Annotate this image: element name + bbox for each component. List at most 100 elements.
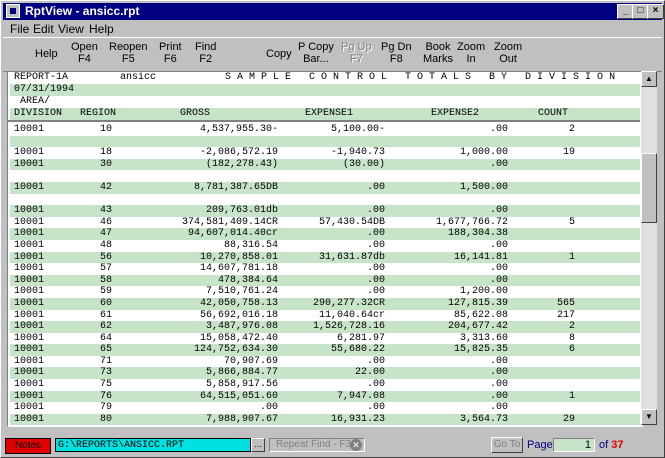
table-row: 10001 79 .00 .00 .00 <box>10 402 640 414</box>
window-title: RptView - ansicc.rpt <box>25 4 140 18</box>
toolbar: Help Open F4 Reopen F5 Print F6 Find F2 Copy… <box>3 37 662 72</box>
cell-expense2: 204,677.42 <box>447 321 508 333</box>
cell-gross: -2,086,572.19 <box>199 147 278 159</box>
cell-gross: (182,278.43) <box>205 158 278 170</box>
zoom-in-sub: In <box>466 53 476 65</box>
cell-expense1: 31,631.87db <box>318 251 385 263</box>
page-number-field[interactable]: 1 <box>553 438 595 452</box>
table-row: 10001 30 (182,278.43) (30.00) .00 <box>10 158 640 171</box>
cell-gross: .00 <box>259 402 278 414</box>
cell-region: 60 <box>99 297 112 309</box>
find-button[interactable]: Find F2 <box>195 41 216 65</box>
zoom-out-button[interactable]: Zoom Out <box>494 41 522 65</box>
clear-find-icon[interactable]: ✕ <box>350 439 362 451</box>
table-row: 10001 42 8,781,387.65DB .00 1,500.00 <box>10 181 640 194</box>
copy-label: Copy <box>266 48 292 60</box>
page-down-label: Pg Dn <box>381 41 412 53</box>
file-path-field[interactable]: G:\REPORTS\ANSICC.RPT <box>55 438 251 452</box>
cell-division: 10001 <box>14 251 45 263</box>
page-up-button[interactable]: Pg Up F7 <box>341 41 372 65</box>
help-button[interactable]: Help <box>35 48 58 60</box>
cell-region: 57 <box>99 263 112 275</box>
cell-expense1: .00 <box>366 263 385 275</box>
report-date-line: 07/31/1994 <box>10 84 640 96</box>
report-id: REPORT-1A <box>14 72 69 83</box>
cell-expense1: .00 <box>366 379 385 391</box>
app-icon[interactable] <box>6 4 20 18</box>
cell-expense2: 1,000.00 <box>459 147 508 159</box>
cell-count: 1 <box>568 390 575 402</box>
cell-expense1: 7,947.08 <box>336 390 385 402</box>
bookmarks-sub: Marks <box>423 53 453 65</box>
report-title: S A M P L E C O N T R O L T O T A L S B … <box>225 72 616 83</box>
bookmarks-button[interactable]: Book Marks <box>423 41 453 65</box>
close-button[interactable]: × <box>647 4 664 19</box>
cell-expense1: .00 <box>366 205 385 217</box>
cell-gross: 5,858,917.56 <box>205 379 278 391</box>
cell-region: 62 <box>99 321 112 333</box>
open-label: Open <box>71 41 98 53</box>
browse-button[interactable]: ... <box>251 438 265 452</box>
open-button[interactable]: Open F4 <box>71 41 98 65</box>
cell-region: 59 <box>99 286 112 298</box>
report-view[interactable]: REPORT-1A ansicc S A M P L E C O N T R O… <box>7 71 643 427</box>
pcopy-label: P Copy <box>298 41 334 53</box>
cell-region: 65 <box>99 344 112 356</box>
scroll-down-button[interactable]: ▼ <box>641 409 657 425</box>
table-row: 10001 56 10,270,858.01 31,631.87db 16,141.81… <box>10 251 640 264</box>
menu-file[interactable]: File <box>10 22 29 36</box>
page-down-button[interactable]: Pg Dn F8 <box>381 41 412 65</box>
cell-expense2: .00 <box>489 205 508 217</box>
menu-help[interactable]: Help <box>89 22 114 36</box>
vertical-scrollbar[interactable]: ▲ ▼ <box>641 71 657 425</box>
cell-expense2: .00 <box>489 367 508 379</box>
table-row: 10001 64 15,058,472.40 6,281.97 3,313.60 8 <box>10 333 640 345</box>
cell-expense2: .00 <box>489 390 508 402</box>
cell-expense1: -1,940.73 <box>330 147 385 159</box>
table-row: 10001 65 124,752,634.30 55,680.22 15,825.35 6 <box>10 344 640 356</box>
print-button[interactable]: Print F6 <box>159 41 182 65</box>
scroll-up-button[interactable]: ▲ <box>641 71 657 87</box>
report-header: REPORT-1A ansicc S A M P L E C O N T R O… <box>10 72 640 120</box>
cell-gross: 209,763.01db <box>205 205 278 217</box>
cell-gross: 10,270,858.01 <box>199 251 278 263</box>
cell-division: 10001 <box>14 344 45 356</box>
reopen-key: F5 <box>121 53 135 65</box>
cell-expense1: 5,100.00- <box>330 124 385 135</box>
zoom-in-button[interactable]: Zoom In <box>457 41 485 65</box>
col-count: COUNT <box>538 108 569 119</box>
cell-region: 10 <box>99 124 112 135</box>
cell-expense2: .00 <box>489 158 508 170</box>
page-up-key: F7 <box>349 53 363 65</box>
menu-view[interactable]: View <box>58 22 84 36</box>
cell-expense1: 16,931.23 <box>330 413 385 425</box>
cell-gross: 374,581,409.14CR <box>181 216 278 228</box>
go-to-button[interactable]: Go To <box>491 437 523 453</box>
cell-count: 1 <box>568 251 575 263</box>
pcopy-sub: Bar... <box>303 53 329 65</box>
cell-division: 10001 <box>14 228 45 240</box>
notes-button[interactable]: Notes <box>5 438 51 454</box>
cell-division: 10001 <box>14 274 45 286</box>
cell-region: 56 <box>99 251 112 263</box>
total-pages: 37 <box>611 439 624 451</box>
col-expense1: EXPENSE1 <box>305 108 354 119</box>
scroll-thumb[interactable] <box>641 153 657 223</box>
table-row: 10001 18 -2,086,572.19 -1,940.73 1,000.00 19 <box>10 147 640 159</box>
cell-gross: 14,607,781.18 <box>199 263 278 275</box>
report-area-line: AREA/ <box>10 96 640 108</box>
copy-button[interactable]: Copy <box>266 48 292 60</box>
col-expense2: EXPENSE2 <box>431 108 480 119</box>
title-bar[interactable]: RptView - ansicc.rpt _ □ × <box>3 3 664 20</box>
reopen-button[interactable]: Reopen F5 <box>109 41 148 65</box>
pcopy-button[interactable]: P Copy Bar... <box>298 41 334 65</box>
cell-division: 10001 <box>14 124 45 135</box>
table-row: 10001 62 3,487,976.08 1,526,728.16 204,677.4… <box>10 321 640 333</box>
table-row: 10001 61 56,692,016.18 11,040.64cr 85,622.08… <box>10 310 640 322</box>
cell-division: 10001 <box>14 297 45 309</box>
cell-region: 71 <box>99 355 112 367</box>
menu-edit[interactable]: Edit <box>33 22 54 36</box>
repeat-find-label: Repeat Find - F3 <box>276 439 352 450</box>
cell-region: 79 <box>99 402 112 414</box>
cell-region: 43 <box>99 205 112 217</box>
